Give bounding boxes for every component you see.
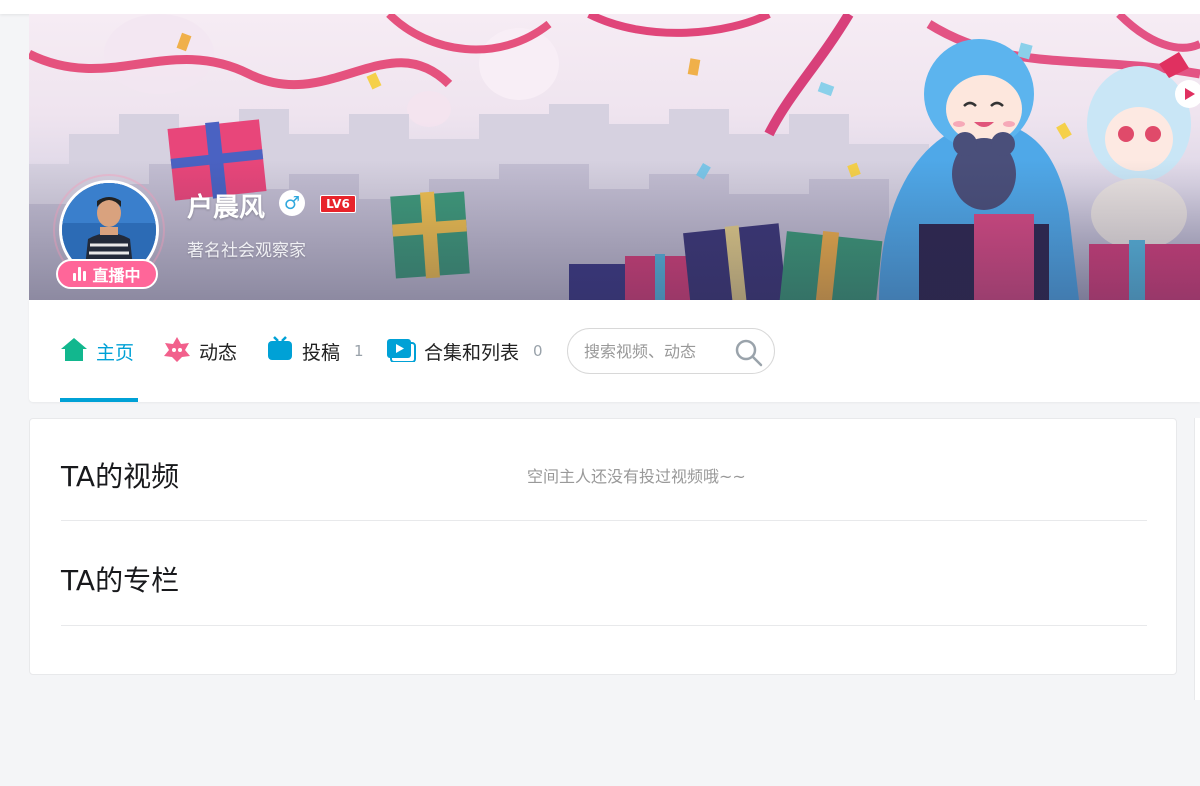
main-content-panel: TA的视频 空间主人还没有投过视频哦~~ TA的专栏 <box>29 418 1177 675</box>
section-divider <box>61 625 1147 626</box>
tab-home[interactable]: 主页 <box>60 300 134 402</box>
live-label: 直播中 <box>92 266 141 285</box>
side-panel-edge <box>1194 418 1200 700</box>
live-badge[interactable]: 直播中 <box>56 259 158 289</box>
search-input[interactable] <box>584 329 734 373</box>
tab-upload-label: 投稿 <box>302 341 341 364</box>
active-tab-indicator <box>60 398 138 402</box>
videos-section-title: TA的视频 <box>61 460 180 493</box>
tab-upload[interactable]: 投稿 1 <box>266 300 364 402</box>
tab-collection[interactable]: 合集和列表 0 <box>386 300 543 402</box>
articles-section-title: TA的专栏 <box>61 564 180 597</box>
upload-icon <box>266 335 294 367</box>
username: 户晨风 <box>187 193 266 223</box>
top-header-bar <box>0 0 1200 14</box>
level-badge: LV6 <box>320 195 356 213</box>
tab-home-label: 主页 <box>96 341 135 364</box>
section-divider <box>61 520 1147 521</box>
home-icon <box>60 336 88 367</box>
live-bars-icon <box>73 267 87 281</box>
tab-dynamic[interactable]: 动态 <box>163 300 237 402</box>
user-sign: 著名社会观察家 <box>187 241 306 261</box>
dynamic-icon <box>163 336 191 367</box>
search-box <box>567 328 775 374</box>
tab-collection-count: 0 <box>533 342 543 360</box>
profile-nav-bar: 主页 动态 投稿 1 合集和列表 0 <box>29 300 1200 402</box>
videos-empty-message: 空间主人还没有投过视频哦~~ <box>527 467 746 486</box>
tab-dynamic-label: 动态 <box>199 341 238 364</box>
profile-banner: 直播中 户晨风 ♂ LV6 著名社会观察家 <box>29 14 1200 300</box>
tab-collection-label: 合集和列表 <box>424 341 520 364</box>
male-gender-icon: ♂ <box>279 190 305 216</box>
collection-icon <box>386 336 416 367</box>
search-icon[interactable] <box>734 338 764 372</box>
tab-upload-count: 1 <box>354 342 364 360</box>
banner-shade <box>29 160 1200 300</box>
